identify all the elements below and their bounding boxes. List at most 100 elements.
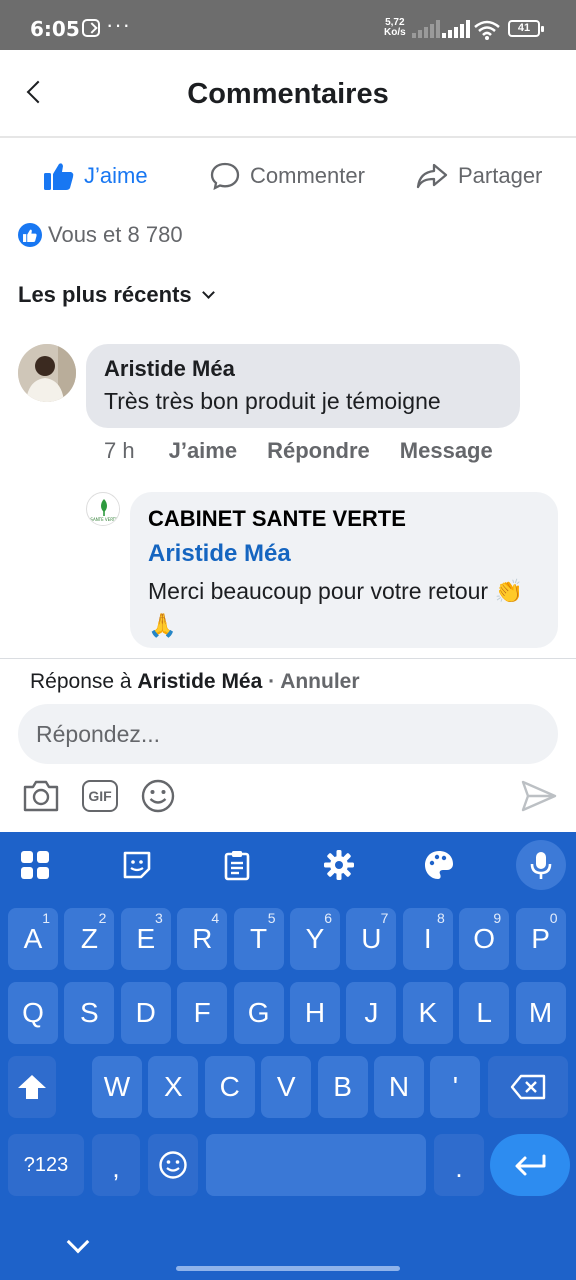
clipboard-icon[interactable] [220, 848, 254, 882]
reactions-count: Vous et 8 780 [48, 222, 183, 247]
reply-mention[interactable]: Aristide Méa [148, 540, 540, 568]
key-r[interactable]: R4 [177, 908, 228, 970]
key-i[interactable]: I8 [402, 908, 453, 970]
gif-label: GIF [88, 788, 112, 804]
divider [0, 658, 576, 659]
key-hint-number: 7 [380, 910, 389, 926]
key-n[interactable]: N [374, 1056, 424, 1118]
cancel-reply-button[interactable]: Annuler [280, 670, 359, 693]
key-v[interactable]: V [261, 1056, 312, 1118]
page-avatar[interactable]: SANTE VERTE [86, 492, 120, 526]
home-gesture-bar[interactable] [176, 1266, 400, 1271]
emoji-key[interactable] [148, 1134, 198, 1196]
share-label: Partager [458, 163, 543, 188]
key-hint-number: 4 [211, 910, 220, 926]
key-hint-number: 2 [98, 910, 107, 926]
reply-to-prefix: Réponse à [30, 670, 138, 693]
backspace-key[interactable] [488, 1056, 568, 1118]
like-button[interactable]: J’aime [44, 158, 148, 194]
key-hint-number: 3 [155, 910, 163, 926]
avatar[interactable] [18, 344, 76, 402]
key-c[interactable]: C [204, 1056, 255, 1118]
key-s[interactable]: S [64, 982, 115, 1044]
key-hint-number: 6 [324, 910, 332, 926]
emoji-icon[interactable] [140, 778, 176, 814]
reply-bubble[interactable]: CABINET SANTE VERTE Aristide Méa Merci b… [130, 492, 558, 648]
camera-icon[interactable] [22, 778, 60, 814]
chevron-down-icon [201, 286, 215, 299]
svg-text:SANTE VERTE: SANTE VERTE [90, 517, 118, 522]
key-d[interactable]: D [120, 982, 171, 1044]
key-u[interactable]: U7 [346, 908, 397, 970]
key-k[interactable]: K [402, 982, 453, 1044]
shift-arrow-icon [18, 1075, 46, 1099]
like-label: J’aime [84, 163, 148, 188]
gif-button[interactable]: GIF [82, 780, 118, 812]
send-icon[interactable] [520, 778, 558, 814]
key-t[interactable]: T5 [233, 908, 284, 970]
comment-bubble[interactable]: Aristide Méa Très très bon produit je té… [86, 344, 520, 428]
key-letter: A [23, 923, 43, 954]
key-j[interactable]: J [346, 982, 397, 1044]
enter-key[interactable] [490, 1134, 570, 1196]
sort-dropdown[interactable]: Les plus récents [18, 282, 215, 308]
key-p[interactable]: P0 [515, 908, 566, 970]
share-arrow-icon [416, 163, 448, 189]
key-y[interactable]: Y6 [290, 908, 340, 970]
theme-palette-icon[interactable] [422, 848, 456, 882]
settings-gear-icon[interactable] [322, 848, 356, 882]
comment-label: Commenter [250, 163, 365, 188]
key-g[interactable]: G [233, 982, 284, 1044]
reactions-summary[interactable]: Vous et 8 780 [18, 222, 183, 248]
key-f[interactable]: F [177, 982, 228, 1044]
key-hint-number: 8 [437, 910, 445, 926]
key-h[interactable]: H [290, 982, 340, 1044]
key-e[interactable]: E3 [120, 908, 171, 970]
key-letter: P [531, 923, 550, 954]
key-a[interactable]: A1 [8, 908, 58, 970]
voice-input-button[interactable] [516, 840, 566, 890]
comment-meta: 7 h J’aime Répondre Message [104, 438, 523, 464]
reply-to-name: Aristide Méa [137, 670, 263, 693]
apps-grid-icon[interactable] [18, 848, 52, 882]
key-letter: U [361, 923, 382, 954]
key-b[interactable]: B [317, 1056, 368, 1118]
reply-text: Merci beaucoup pour votre retour 👏🙏 [148, 578, 524, 638]
sticker-icon[interactable] [120, 848, 154, 882]
key-letter: Y [305, 923, 325, 954]
key-x[interactable]: X [148, 1056, 199, 1118]
user-photo [18, 344, 76, 402]
key-hint-number: 0 [549, 910, 558, 926]
comment-button[interactable]: Commenter [210, 158, 365, 194]
header: Commentaires [0, 50, 576, 138]
comment-reply-button[interactable]: Répondre [267, 438, 370, 464]
comment-like-button[interactable]: J’aime [169, 438, 238, 464]
numbers-symbols-key[interactable]: ?123 [8, 1134, 84, 1196]
enter-arrow-icon [515, 1154, 546, 1176]
key-o[interactable]: O9 [459, 908, 510, 970]
comment-message-button[interactable]: Message [400, 438, 493, 464]
post-actions: J’aime Commenter Partager [0, 148, 576, 204]
key-w[interactable]: W [92, 1056, 142, 1118]
key-apostrophe[interactable]: ' [430, 1056, 481, 1118]
key-z[interactable]: Z2 [64, 908, 115, 970]
key-m[interactable]: M [515, 982, 566, 1044]
signal-strength-icon-sim2 [442, 20, 472, 38]
key-letter: Z [80, 923, 98, 954]
key-letter: O [473, 923, 496, 954]
sort-label: Les plus récents [18, 282, 192, 307]
key-l[interactable]: L [459, 982, 510, 1044]
app-notification-icon [82, 19, 100, 37]
composer-toolbar: GIF [0, 776, 576, 820]
space-bar[interactable] [206, 1134, 426, 1196]
reply-input[interactable] [18, 704, 558, 764]
key-q[interactable]: Q [8, 982, 58, 1044]
comma-key[interactable]: , [92, 1134, 140, 1196]
period-key[interactable]: . [434, 1134, 484, 1196]
wifi-icon [474, 20, 500, 40]
shift-key[interactable] [8, 1056, 56, 1118]
share-button[interactable]: Partager [416, 158, 542, 194]
backspace-icon [510, 1074, 546, 1100]
comment-author[interactable]: Aristide Méa [104, 356, 502, 382]
reply-author[interactable]: CABINET SANTE VERTE [148, 506, 540, 532]
